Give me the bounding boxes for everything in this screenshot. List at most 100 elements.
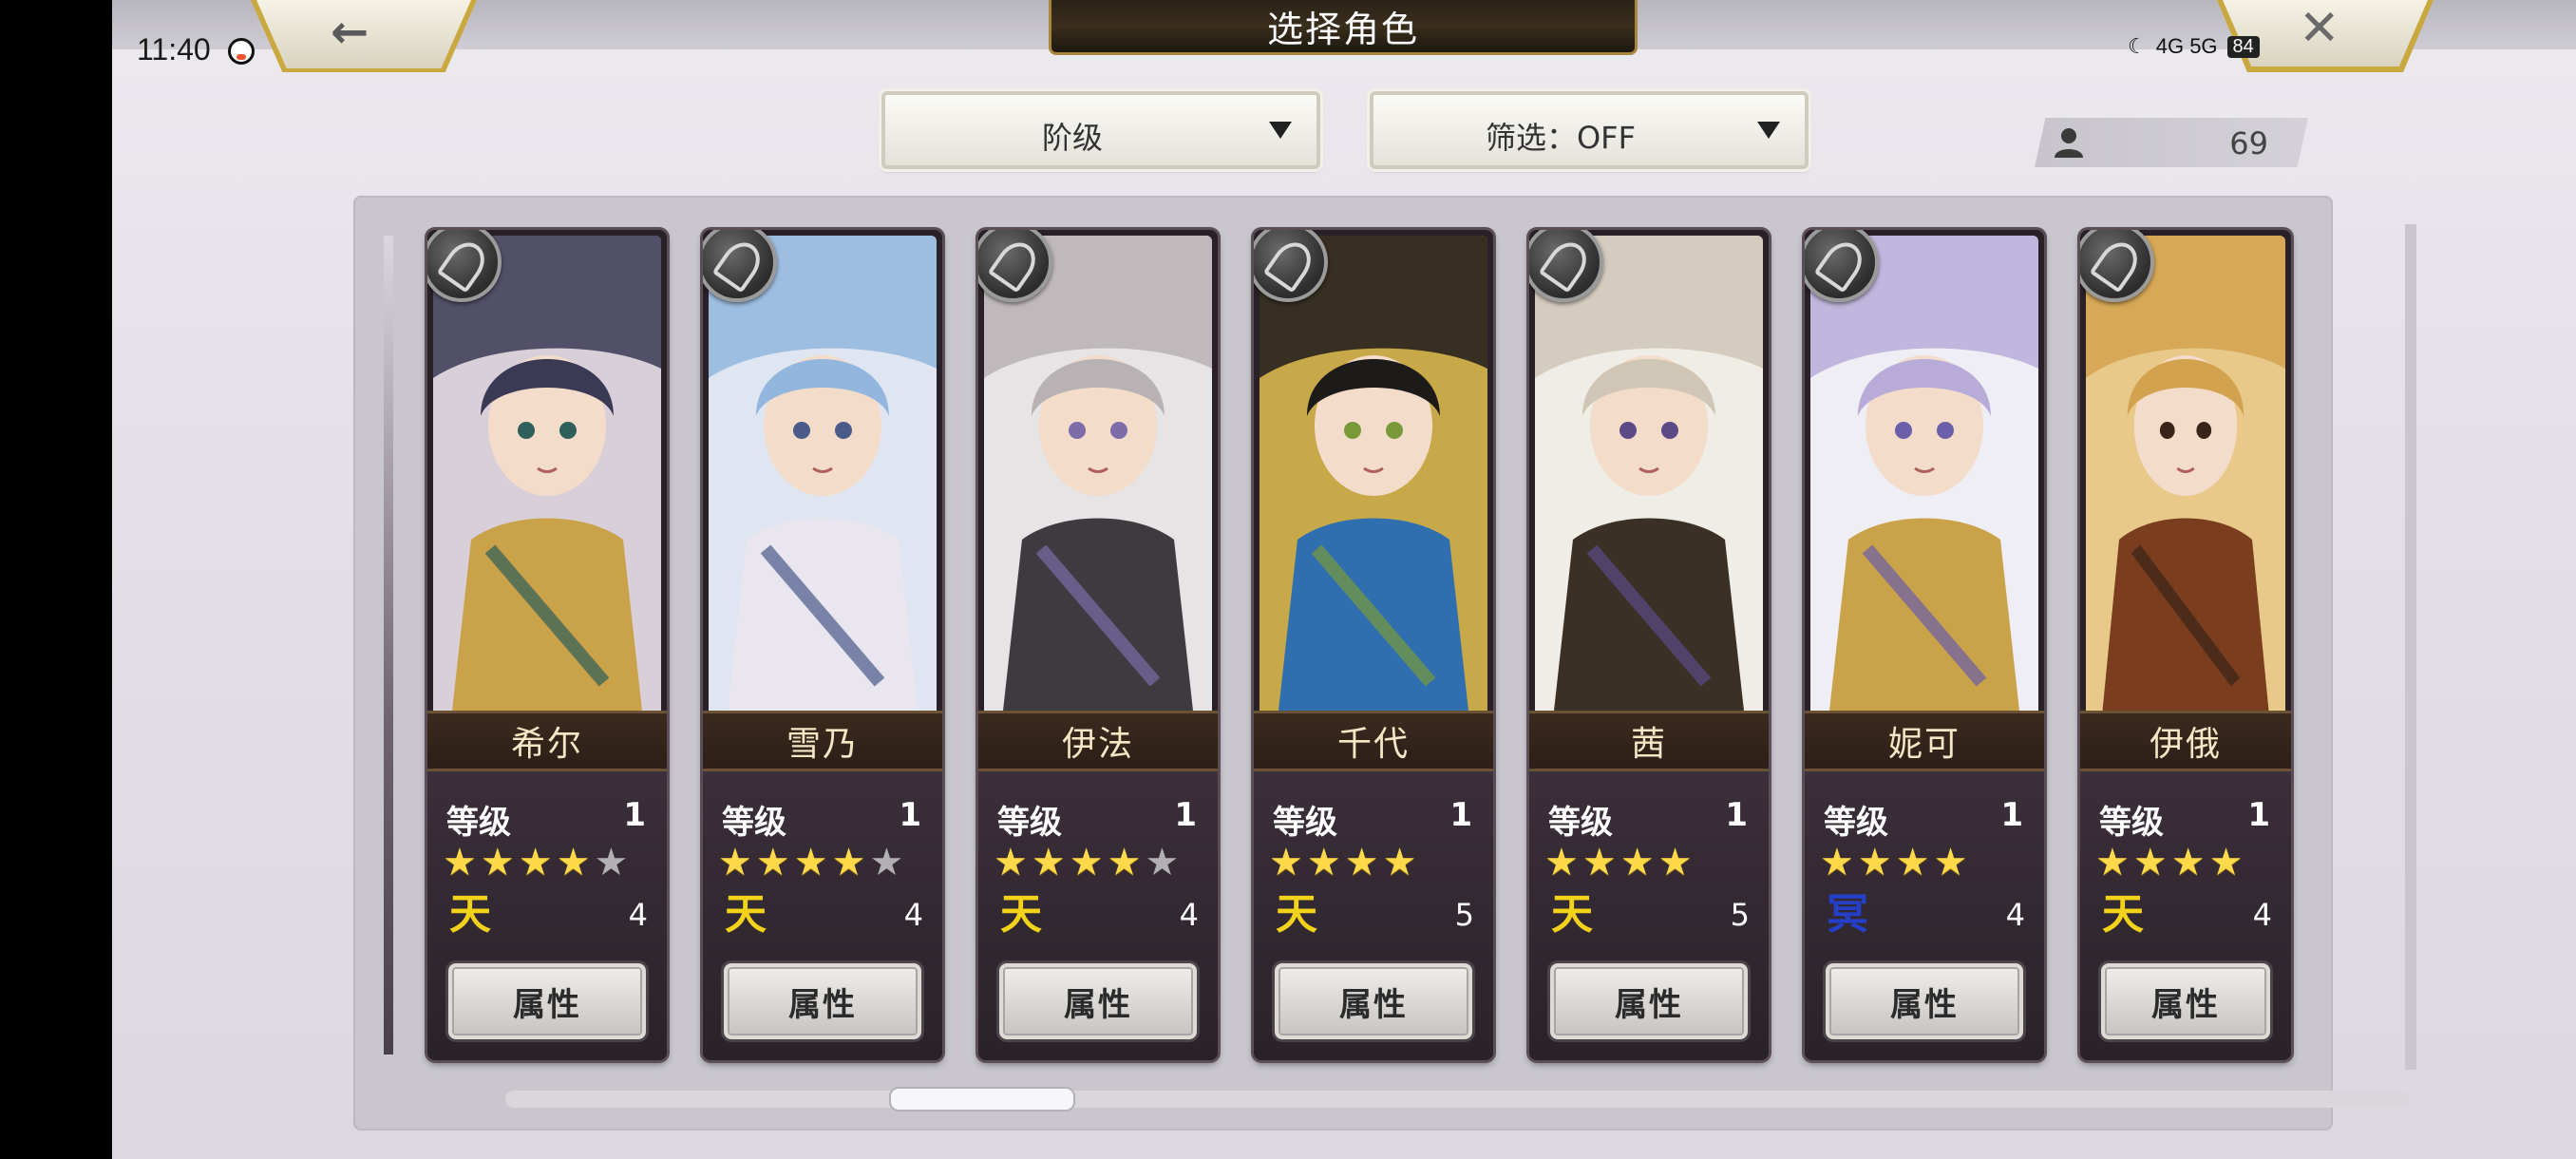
rarity-stars: ★ ★ ★ ★ <box>1544 844 1692 882</box>
rank-badge: 天 <box>1276 890 1317 939</box>
character-portrait <box>433 236 661 711</box>
star-icon: ★ <box>1657 841 1693 884</box>
name-plate: 茜 <box>1529 711 1769 771</box>
roster-count: 69 <box>2229 125 2268 162</box>
level-label: 等级 <box>1548 804 1613 842</box>
character-card[interactable]: 妮可 等级 1 ★ ★ ★ ★ 冥 4 属性 <box>1805 230 2044 1060</box>
attribute-button[interactable]: 属性 <box>1550 963 1748 1039</box>
horizontal-scrollbar[interactable] <box>505 1091 2409 1108</box>
partial-character-card[interactable] <box>384 236 393 1054</box>
level-label: 等级 <box>1824 804 1888 842</box>
level-label: 等级 <box>2099 804 2164 842</box>
status-indicators: ☾ 4G 5G 84 <box>2128 34 2260 59</box>
star-icon: ★ <box>556 841 591 884</box>
attribute-button-label: 属性 <box>1615 985 1683 1024</box>
character-portrait <box>984 236 1212 711</box>
attribute-button[interactable]: 属性 <box>2101 963 2270 1039</box>
attribute-button-label: 属性 <box>2151 985 2220 1024</box>
rank-number: 4 <box>2252 897 2272 933</box>
star-icon: ★ <box>1857 841 1892 884</box>
star-icon: ★ <box>1107 841 1142 884</box>
close-icon[interactable]: ✕ <box>2299 4 2340 53</box>
star-icon: ★ <box>1306 841 1341 884</box>
chevron-down-icon <box>1757 122 1780 139</box>
character-card[interactable]: 雪乃 等级 1 ★ ★ ★ ★ ★ 天 4 属性 <box>703 230 942 1060</box>
rarity-stars: ★ ★ ★ ★ ★ <box>994 844 1179 882</box>
rarity-stars: ★ ★ ★ ★ <box>2095 844 2243 882</box>
character-card[interactable]: 千代 等级 1 ★ ★ ★ ★ 天 5 属性 <box>1254 230 1493 1060</box>
rank-badge: 天 <box>1000 890 1042 939</box>
person-icon <box>2055 128 2083 158</box>
level-value: 1 <box>1449 796 1472 834</box>
name-plate: 希尔 <box>427 711 667 771</box>
rarity-stars: ★ ★ ★ ★ ★ <box>718 844 903 882</box>
sort-dropdown-label: 阶级 <box>1041 120 1103 156</box>
character-portrait <box>1260 236 1487 711</box>
character-name: 伊俄 <box>2149 725 2222 764</box>
character-portrait <box>709 236 937 711</box>
filter-dropdown-label: 筛选：OFF <box>1485 120 1636 156</box>
level-value: 1 <box>1174 796 1197 834</box>
character-card[interactable]: 茜 等级 1 ★ ★ ★ ★ 天 5 属性 <box>1529 230 1769 1060</box>
character-name: 千代 <box>1336 725 1410 764</box>
star-icon: ★ <box>1820 841 1854 884</box>
character-card[interactable]: 伊法 等级 1 ★ ★ ★ ★ ★ 天 4 属性 <box>978 230 1218 1060</box>
character-portrait <box>1535 236 1763 711</box>
filter-dropdown[interactable]: 筛选：OFF <box>1370 91 1809 169</box>
character-name: 希尔 <box>510 725 583 764</box>
star-icon: ★ <box>869 841 904 884</box>
star-icon: ★ <box>1344 841 1379 884</box>
attribute-button[interactable]: 属性 <box>1826 963 2023 1039</box>
rank-number: 4 <box>2005 897 2025 933</box>
character-portrait <box>1810 236 2038 711</box>
chevron-down-icon <box>1269 122 1292 139</box>
level-value: 1 <box>2000 796 2023 834</box>
star-icon: ★ <box>1269 841 1303 884</box>
level-label: 等级 <box>1273 804 1337 842</box>
rank-number: 5 <box>1730 897 1750 933</box>
rank-badge: 天 <box>1551 890 1593 939</box>
level-label: 等级 <box>997 804 1062 842</box>
rank-badge: 天 <box>449 890 491 939</box>
star-icon: ★ <box>718 841 752 884</box>
rarity-stars: ★ ★ ★ ★ ★ <box>443 844 628 882</box>
attribute-button[interactable]: 属性 <box>1275 963 1472 1039</box>
star-icon: ★ <box>1544 841 1579 884</box>
star-icon: ★ <box>1582 841 1617 884</box>
back-arrow-icon[interactable]: ← <box>331 10 369 55</box>
attribute-button[interactable]: 属性 <box>448 963 646 1039</box>
star-icon: ★ <box>994 841 1028 884</box>
star-icon: ★ <box>518 841 553 884</box>
attribute-button-label: 属性 <box>1339 985 1408 1024</box>
star-icon: ★ <box>2132 841 2168 884</box>
attribute-button-label: 属性 <box>513 985 581 1024</box>
game-screen: 11:40 ← 选择角色 ✕ ☾ 4G 5G 84 阶级 筛选：OFF 69 希… <box>112 0 2576 1159</box>
character-card[interactable]: 希尔 等级 1 ★ ★ ★ ★ ★ 天 4 属性 <box>427 230 667 1060</box>
attribute-button[interactable]: 属性 <box>724 963 921 1039</box>
rank-badge: 冥 <box>1827 890 1868 939</box>
level-label: 等级 <box>722 804 786 842</box>
name-plate: 雪乃 <box>703 711 942 771</box>
star-icon: ★ <box>1069 841 1104 884</box>
attribute-button[interactable]: 属性 <box>999 963 1197 1039</box>
character-name: 妮可 <box>1887 725 1960 764</box>
signal-indicators: 4G 5G <box>2155 34 2218 58</box>
level-value: 1 <box>623 796 646 834</box>
rarity-stars: ★ ★ ★ ★ <box>1820 844 1967 882</box>
star-icon: ★ <box>793 841 828 884</box>
character-card[interactable]: 伊俄 等级 1 ★ ★ ★ ★ 天 4 属性 <box>2080 230 2291 1060</box>
status-time: 11:40 <box>137 32 211 66</box>
scrollbar-thumb[interactable] <box>889 1087 1075 1112</box>
star-icon: ★ <box>1619 841 1655 884</box>
battery-indicator: 84 <box>2226 35 2260 58</box>
rank-badge: 天 <box>725 890 767 939</box>
star-icon: ★ <box>2095 841 2130 884</box>
star-icon: ★ <box>2170 841 2206 884</box>
rank-number: 5 <box>1454 897 1474 933</box>
star-icon: ★ <box>755 841 790 884</box>
level-value: 1 <box>2247 796 2270 834</box>
name-plate: 伊法 <box>978 711 1218 771</box>
rank-number: 4 <box>628 897 648 933</box>
name-plate: 伊俄 <box>2080 711 2291 771</box>
sort-dropdown[interactable]: 阶级 <box>881 91 1320 169</box>
